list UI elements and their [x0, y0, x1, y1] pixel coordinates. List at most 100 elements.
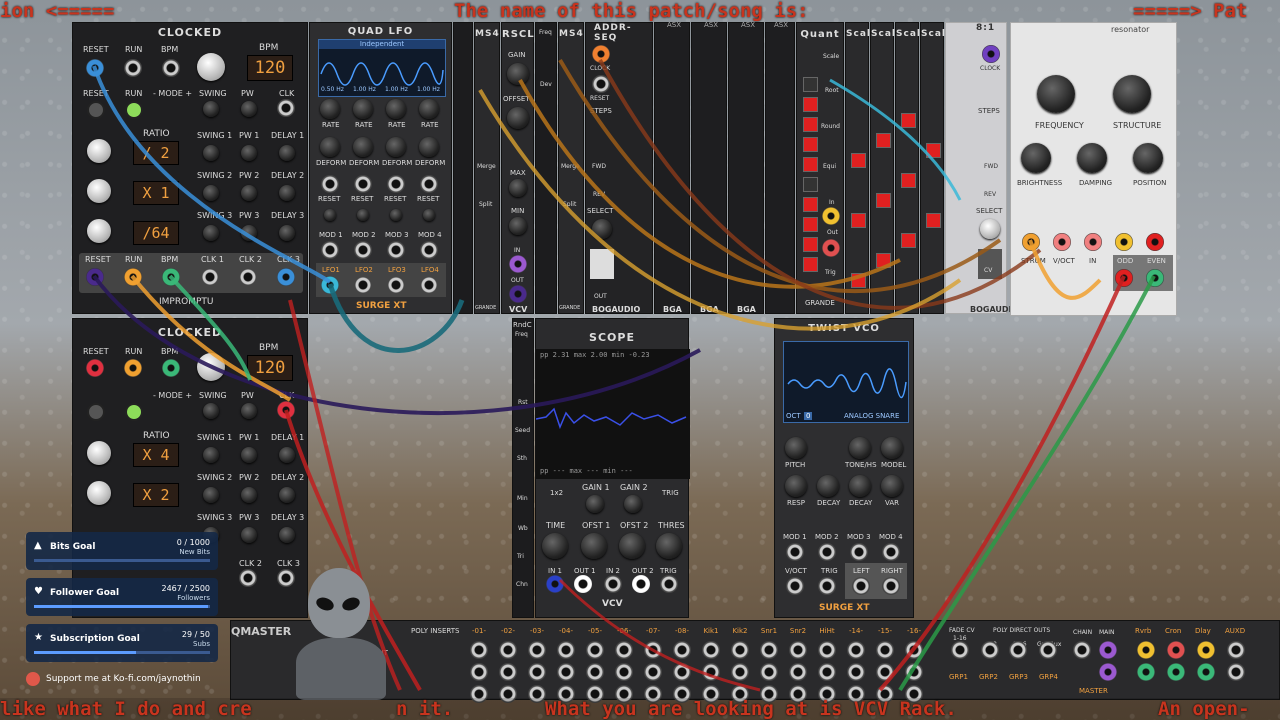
- aux-send-jack-1[interactable]: [1137, 641, 1155, 659]
- pw-knob[interactable]: [241, 101, 257, 117]
- in-input-jack[interactable]: [1084, 233, 1102, 251]
- scale-pad[interactable]: [876, 133, 891, 148]
- ofst1-knob[interactable]: [581, 533, 607, 559]
- scale-pad[interactable]: [901, 173, 916, 188]
- strum-input-jack[interactable]: [1022, 233, 1040, 251]
- clock-input-jack[interactable]: [592, 45, 610, 63]
- channel-jack[interactable]: [760, 641, 778, 659]
- aux-send-jack-2[interactable]: [1167, 641, 1185, 659]
- swing1-knob[interactable]: [203, 447, 219, 463]
- lfo3-output-jack[interactable]: [387, 276, 405, 294]
- bpm-input-jack[interactable]: [162, 359, 180, 377]
- time-knob[interactable]: [542, 533, 568, 559]
- reset-jack-1[interactable]: [321, 175, 339, 193]
- brightness-knob[interactable]: [1021, 143, 1051, 173]
- aux-return-jack-2[interactable]: [1167, 663, 1185, 681]
- mod-jack-1[interactable]: [321, 241, 339, 259]
- channel-jack[interactable]: [470, 641, 488, 659]
- reset-button[interactable]: [87, 101, 105, 119]
- scale-pad[interactable]: [926, 143, 941, 158]
- ratio-knob-2[interactable]: [87, 179, 111, 203]
- ratio-knob-3[interactable]: [87, 219, 111, 243]
- in1-jack[interactable]: [546, 575, 564, 593]
- note-pad[interactable]: [803, 257, 818, 272]
- mod-attenuator-4[interactable]: [423, 209, 435, 221]
- rate-knob-2[interactable]: [353, 99, 373, 119]
- channel-jack[interactable]: [789, 641, 807, 659]
- pw1-knob[interactable]: [241, 447, 257, 463]
- select-knob[interactable]: [592, 219, 612, 239]
- rate-knob-1[interactable]: [320, 99, 340, 119]
- damping-knob[interactable]: [1077, 143, 1107, 173]
- delay2-knob[interactable]: [279, 487, 295, 503]
- odd-output-jack[interactable]: [1115, 269, 1133, 287]
- select-knob[interactable]: [980, 219, 1000, 239]
- right-output-jack[interactable]: [882, 577, 900, 595]
- channel-jack[interactable]: [731, 663, 749, 681]
- note-pad[interactable]: [803, 117, 818, 132]
- aux-send-jack-3[interactable]: [1197, 641, 1215, 659]
- swing3-knob[interactable]: [203, 225, 219, 241]
- channel-jack[interactable]: [702, 663, 720, 681]
- scale-pad[interactable]: [876, 193, 891, 208]
- reset-output-jack[interactable]: [86, 268, 104, 286]
- clk2-output-jack[interactable]: [239, 268, 257, 286]
- channel-jack[interactable]: [644, 663, 662, 681]
- ratio-knob-1[interactable]: [87, 441, 111, 465]
- deform-knob-2[interactable]: [353, 137, 373, 157]
- mod-attenuator-2[interactable]: [357, 209, 369, 221]
- channel-jack[interactable]: [586, 641, 604, 659]
- bpm-input-jack[interactable]: [162, 59, 180, 77]
- channel-jack[interactable]: [905, 641, 923, 659]
- chain-jack[interactable]: [1073, 641, 1091, 659]
- ratio-knob-1[interactable]: [87, 139, 111, 163]
- direct-out-jack-2[interactable]: [1009, 641, 1027, 659]
- pitch-knob[interactable]: [785, 437, 807, 459]
- channel-jack[interactable]: [528, 641, 546, 659]
- aux-return-jack-1[interactable]: [1137, 663, 1155, 681]
- pw3-knob[interactable]: [241, 527, 257, 543]
- delay3-knob[interactable]: [279, 527, 295, 543]
- channel-jack[interactable]: [876, 641, 894, 659]
- deform-knob-3[interactable]: [386, 137, 406, 157]
- oct-value[interactable]: 0: [804, 412, 813, 420]
- scale-pad[interactable]: [901, 233, 916, 248]
- even-input-jack[interactable]: [1146, 233, 1164, 251]
- clk3-output-jack[interactable]: [277, 268, 295, 286]
- mod-attenuator-1[interactable]: [324, 209, 336, 221]
- channel-jack[interactable]: [731, 641, 749, 659]
- voct-jack[interactable]: [786, 577, 804, 595]
- clk-input-jack[interactable]: [277, 401, 295, 419]
- tone-knob[interactable]: [849, 437, 871, 459]
- model-knob[interactable]: [881, 437, 903, 459]
- channel-jack[interactable]: [499, 641, 517, 659]
- channel-jack[interactable]: [789, 663, 807, 681]
- pw-knob[interactable]: [241, 403, 257, 419]
- note-pad[interactable]: [803, 137, 818, 152]
- scale-pad[interactable]: [851, 153, 866, 168]
- frequency-knob[interactable]: [1037, 75, 1075, 113]
- deform-knob-4[interactable]: [419, 137, 439, 157]
- quant-input-jack[interactable]: [822, 207, 840, 225]
- note-pad[interactable]: [803, 157, 818, 172]
- aux-send-jack-4[interactable]: [1227, 641, 1245, 659]
- rate-knob-3[interactable]: [386, 99, 406, 119]
- out1-jack[interactable]: [574, 575, 592, 593]
- channel-jack[interactable]: [673, 641, 691, 659]
- trig-jack[interactable]: [818, 577, 836, 595]
- channel-jack[interactable]: [760, 663, 778, 681]
- main-left-jack[interactable]: [1099, 641, 1117, 659]
- pw2-knob[interactable]: [241, 185, 257, 201]
- channel-jack[interactable]: [818, 641, 836, 659]
- note-pad[interactable]: [803, 177, 818, 192]
- ofst2-knob[interactable]: [619, 533, 645, 559]
- structure-knob[interactable]: [1113, 75, 1151, 113]
- odd-input-jack[interactable]: [1115, 233, 1133, 251]
- channel-jack[interactable]: [586, 663, 604, 681]
- reset-button[interactable]: [87, 403, 105, 421]
- clk1-output-jack[interactable]: [201, 268, 219, 286]
- direct-out-jack-1[interactable]: [981, 641, 999, 659]
- channel-jack[interactable]: [702, 641, 720, 659]
- note-pad[interactable]: [803, 197, 818, 212]
- channel-jack[interactable]: [905, 663, 923, 681]
